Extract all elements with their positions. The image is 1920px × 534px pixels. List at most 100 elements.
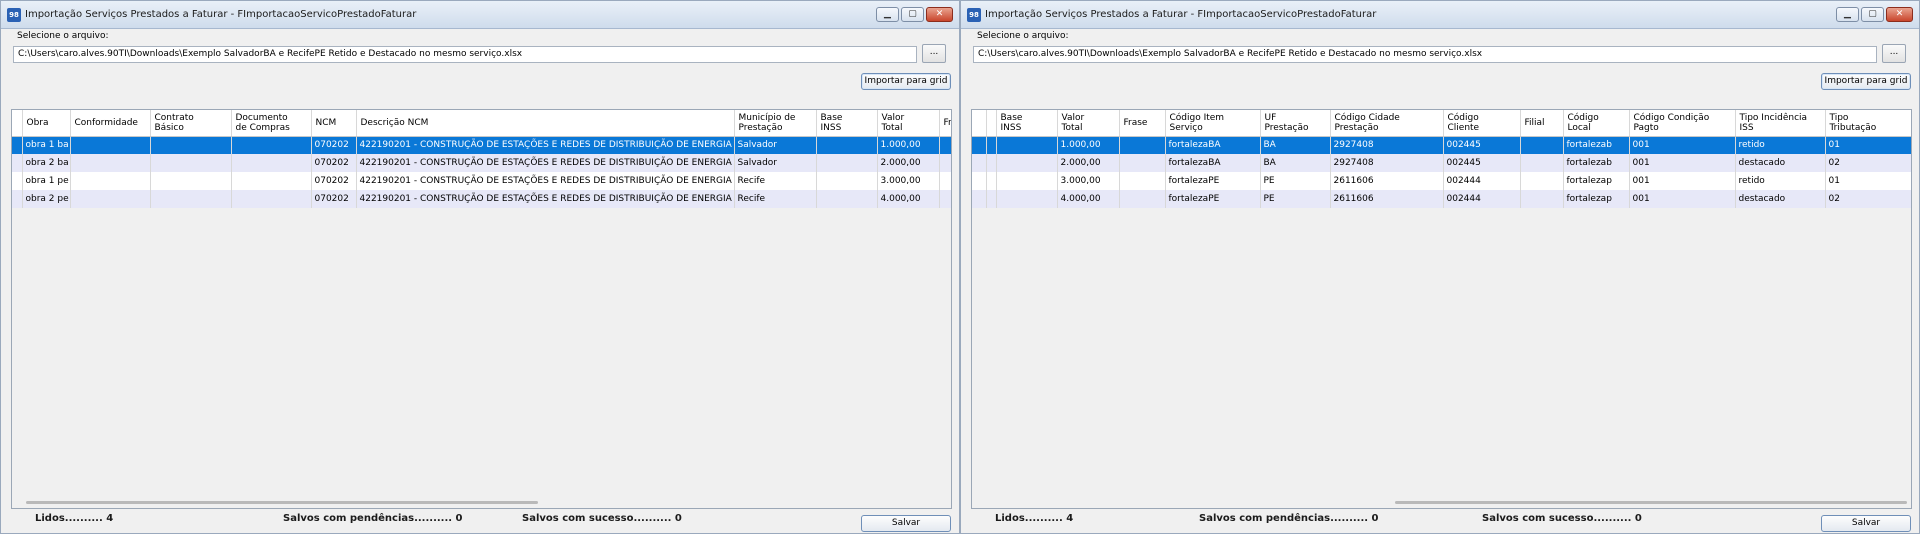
table-row[interactable]: 4.000,00 fortalezaPE PE 2611606 002444 fortal…: [972, 190, 1911, 208]
table-cell[interactable]: obra 2 pe: [22, 190, 71, 208]
table-cell[interactable]: [1119, 172, 1166, 190]
table-cell[interactable]: 01: [1825, 172, 1911, 190]
table-cell[interactable]: fortalezaBA: [1165, 136, 1261, 154]
table-cell[interactable]: Salvador: [734, 154, 817, 172]
table-cell[interactable]: 02: [1825, 190, 1911, 208]
table-cell[interactable]: 070202: [311, 190, 357, 208]
table-cell[interactable]: 2611606: [1330, 172, 1444, 190]
table-cell[interactable]: [150, 136, 232, 154]
close-icon[interactable]: ✕: [926, 7, 953, 22]
table-row[interactable]: obra 1 ba 070202 422190201 - CONSTRUÇÃO DE…: [12, 136, 951, 154]
table-cell[interactable]: [231, 136, 312, 154]
table-cell[interactable]: [939, 136, 951, 154]
row-indicator[interactable]: [972, 154, 987, 172]
table-cell[interactable]: 2927408: [1330, 154, 1444, 172]
column-header[interactable]: Código Cliente: [1443, 110, 1521, 137]
column-header[interactable]: Valor Total: [877, 110, 940, 137]
table-cell[interactable]: [1520, 190, 1564, 208]
row-indicator[interactable]: [12, 172, 23, 190]
column-header[interactable]: NCM: [311, 110, 357, 137]
table-cell[interactable]: 1.000,00: [877, 136, 940, 154]
table-cell[interactable]: PE: [1260, 190, 1331, 208]
table-cell[interactable]: [150, 154, 232, 172]
horizontal-scrollbar[interactable]: [1395, 501, 1907, 504]
table-cell[interactable]: 002445: [1443, 136, 1521, 154]
table-row[interactable]: 1.000,00 fortalezaBA BA 2927408 002445 fortal…: [972, 136, 1911, 154]
column-header[interactable]: Tipo Tributação: [1825, 110, 1911, 137]
table-cell[interactable]: 01: [1825, 136, 1911, 154]
import-to-grid-button[interactable]: Importar para grid: [861, 73, 951, 90]
table-cell[interactable]: destacado: [1735, 190, 1826, 208]
table-cell[interactable]: [1520, 136, 1564, 154]
table-cell[interactable]: 2.000,00: [1057, 154, 1120, 172]
table-cell[interactable]: [996, 154, 1058, 172]
table-row[interactable]: 3.000,00 fortalezaPE PE 2611606 002444 fortal…: [972, 172, 1911, 190]
minimize-icon[interactable]: ▁: [876, 7, 899, 22]
minimize-icon[interactable]: ▁: [1836, 7, 1859, 22]
save-button[interactable]: Salvar: [861, 515, 951, 532]
table-cell[interactable]: Recife: [734, 172, 817, 190]
table-cell[interactable]: [1119, 136, 1166, 154]
table-cell[interactable]: obra 1 pe: [22, 172, 71, 190]
column-header[interactable]: Obra: [22, 110, 71, 137]
table-cell[interactable]: [70, 172, 151, 190]
close-icon[interactable]: ✕: [1886, 7, 1913, 22]
column-header[interactable]: Município de Prestação: [734, 110, 817, 137]
table-cell[interactable]: [150, 172, 232, 190]
table-cell[interactable]: BA: [1260, 154, 1331, 172]
maximize-icon[interactable]: ▢: [1861, 7, 1884, 22]
row-indicator[interactable]: [986, 190, 997, 208]
table-cell[interactable]: [996, 190, 1058, 208]
row-indicator[interactable]: [972, 172, 987, 190]
table-cell[interactable]: 2611606: [1330, 190, 1444, 208]
column-header[interactable]: Descrição NCM: [356, 110, 735, 137]
row-indicator[interactable]: [986, 154, 997, 172]
column-header[interactable]: Frase: [939, 110, 951, 137]
table-cell[interactable]: 02: [1825, 154, 1911, 172]
table-cell[interactable]: [1119, 154, 1166, 172]
table-cell[interactable]: 4.000,00: [1057, 190, 1120, 208]
table-cell[interactable]: [70, 154, 151, 172]
row-indicator[interactable]: [12, 190, 23, 208]
table-cell[interactable]: 4.000,00: [877, 190, 940, 208]
column-header[interactable]: Filial: [1520, 110, 1564, 137]
table-cell[interactable]: [816, 136, 878, 154]
title-bar[interactable]: 98 Importação Serviços Prestados a Fatur…: [961, 1, 1919, 29]
table-cell[interactable]: [231, 190, 312, 208]
table-cell[interactable]: retido: [1735, 172, 1826, 190]
table-cell[interactable]: destacado: [1735, 154, 1826, 172]
table-cell[interactable]: [1119, 190, 1166, 208]
table-cell[interactable]: fortalezap: [1563, 190, 1630, 208]
table-cell[interactable]: 070202: [311, 172, 357, 190]
table-cell[interactable]: [816, 154, 878, 172]
table-row[interactable]: obra 2 ba 070202 422190201 - CONSTRUÇÃO DE…: [12, 154, 951, 172]
table-cell[interactable]: [1520, 154, 1564, 172]
table-cell[interactable]: [939, 190, 951, 208]
table-cell[interactable]: 001: [1629, 154, 1736, 172]
table-cell[interactable]: 001: [1629, 136, 1736, 154]
table-cell[interactable]: 3.000,00: [1057, 172, 1120, 190]
table-cell[interactable]: fortalezab: [1563, 136, 1630, 154]
data-grid[interactable]: Base INSS Valor Total Frase Código Item Serviç…: [971, 109, 1912, 509]
save-button[interactable]: Salvar: [1821, 515, 1911, 532]
column-header[interactable]: Contrato Básico: [150, 110, 232, 137]
browse-button[interactable]: ...: [922, 44, 946, 63]
column-header[interactable]: Código Cidade Prestação: [1330, 110, 1444, 137]
table-cell[interactable]: [70, 136, 151, 154]
row-indicator[interactable]: [986, 136, 997, 154]
row-indicator[interactable]: [972, 136, 987, 154]
table-cell[interactable]: [996, 172, 1058, 190]
title-bar[interactable]: 98 Importação Serviços Prestados a Fatur…: [1, 1, 959, 29]
table-cell[interactable]: Recife: [734, 190, 817, 208]
table-cell[interactable]: 3.000,00: [877, 172, 940, 190]
column-header[interactable]: Base INSS: [816, 110, 878, 137]
table-cell[interactable]: 002444: [1443, 190, 1521, 208]
table-cell[interactable]: [816, 190, 878, 208]
file-path-input[interactable]: C:\Users\caro.alves.90TI\Downloads\Exemp…: [973, 46, 1877, 63]
file-path-input[interactable]: C:\Users\caro.alves.90TI\Downloads\Exemp…: [13, 46, 917, 63]
table-cell[interactable]: [70, 190, 151, 208]
column-header[interactable]: Documento de Compras: [231, 110, 312, 137]
table-cell[interactable]: [150, 190, 232, 208]
column-header[interactable]: Conformidade: [70, 110, 151, 137]
column-header[interactable]: UF Prestação: [1260, 110, 1331, 137]
